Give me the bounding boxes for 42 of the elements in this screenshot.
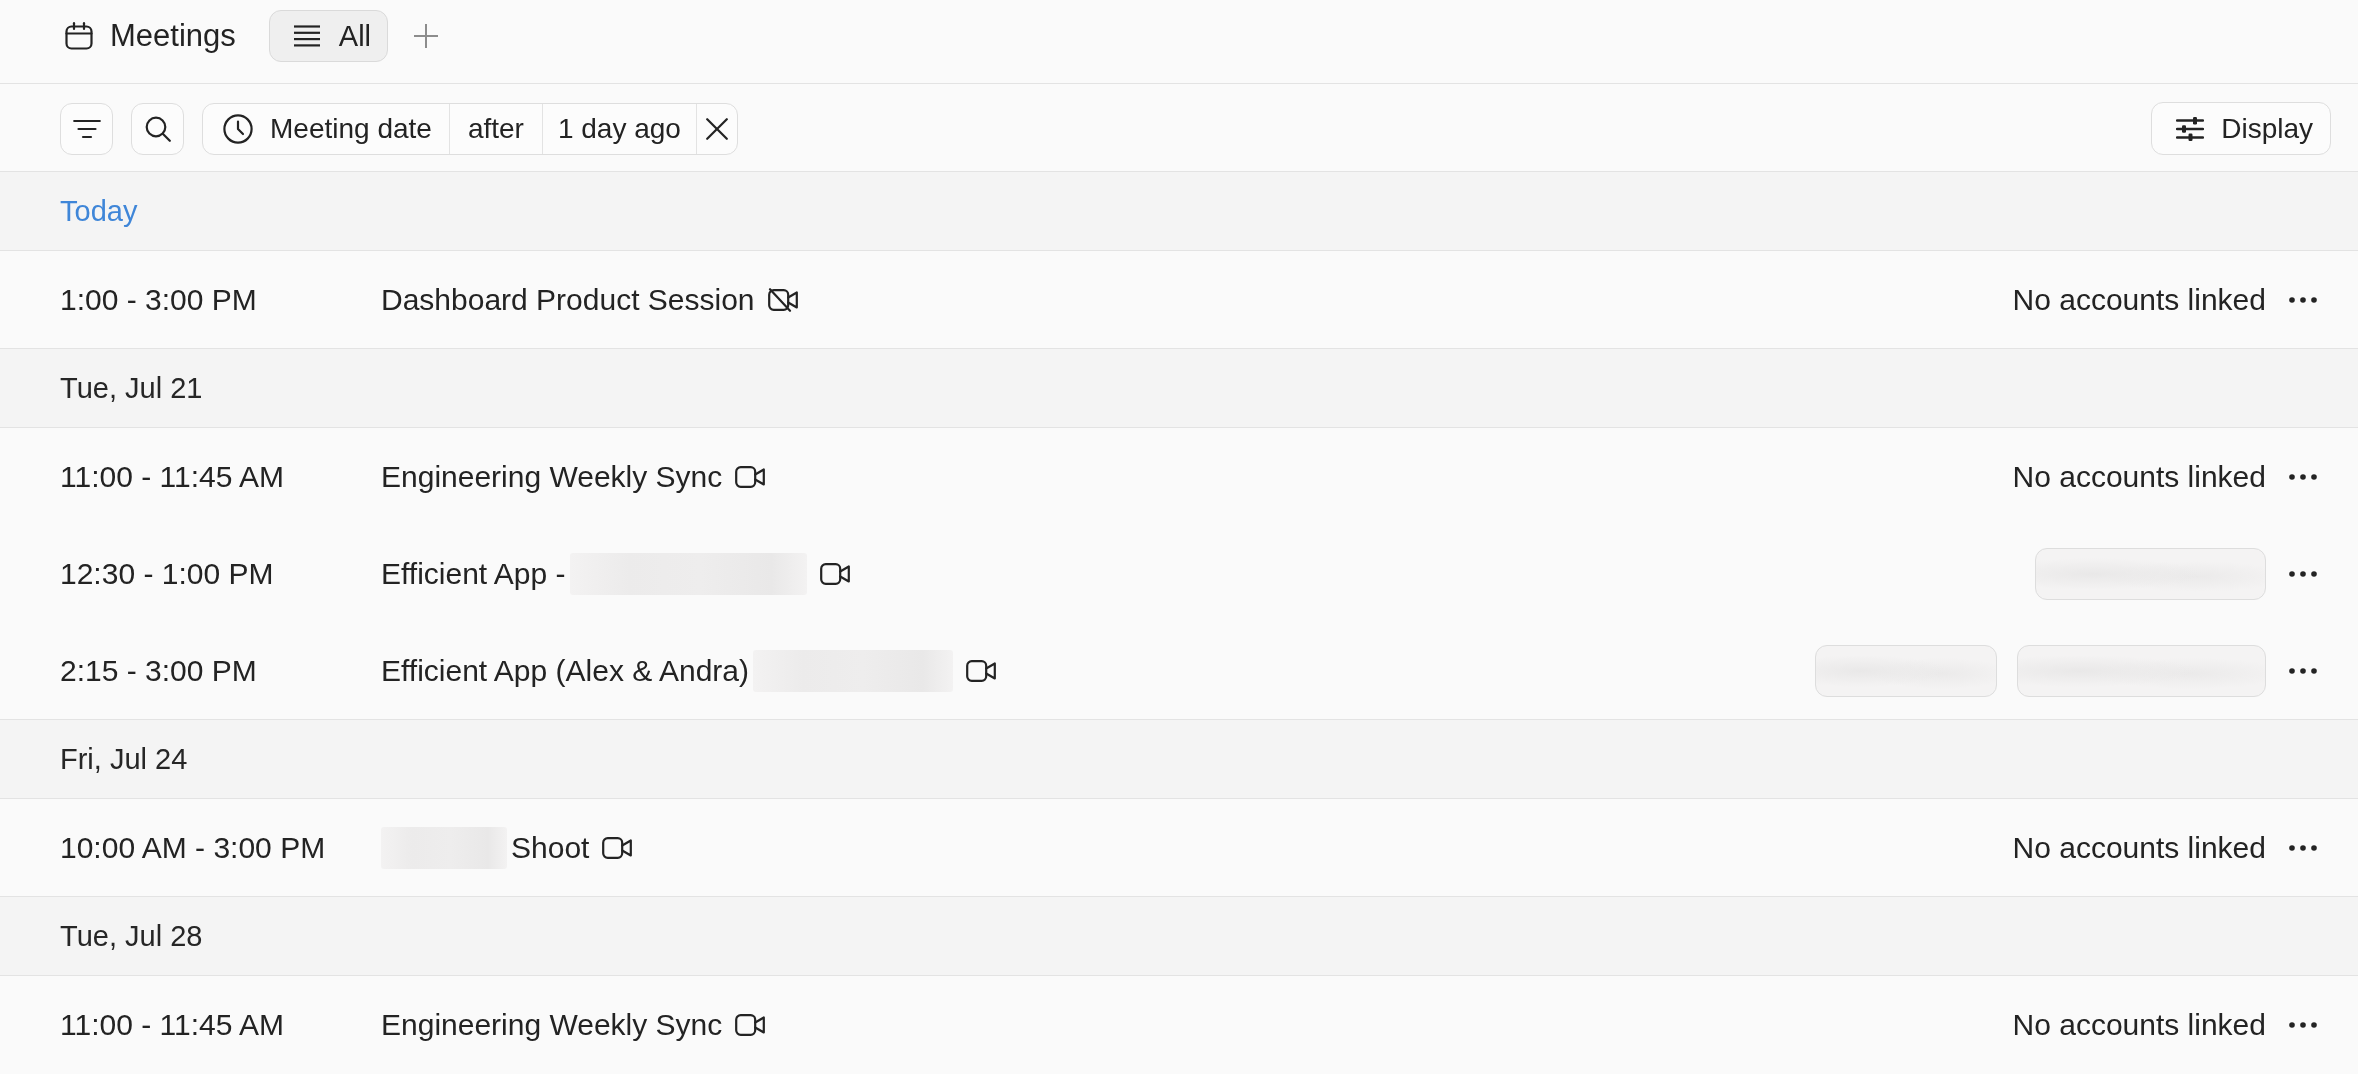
meeting-time: 10:00 AM - 3:00 PM [60, 830, 327, 865]
meeting-title: Dashboard Product Session [381, 282, 755, 317]
date-label: Tue, Jul 21 [60, 371, 203, 405]
calendar-icon [65, 22, 93, 50]
more-icon [2289, 570, 2317, 577]
filter-icon [72, 118, 101, 139]
list-icon [293, 25, 320, 47]
accounts-status: No accounts linked [2012, 1007, 2266, 1042]
more-icon [2289, 844, 2317, 851]
meeting-title: Efficient App (Alex & Andra) [381, 653, 749, 688]
filter-field-button[interactable]: Meeting date [203, 103, 450, 154]
search-icon [144, 115, 171, 142]
filter-button[interactable] [60, 102, 113, 155]
meeting-time: 2:15 - 3:00 PM [60, 653, 258, 688]
view-title: Meetings [110, 18, 236, 54]
date-label: Tue, Jul 28 [60, 919, 203, 953]
meeting-time: 12:30 - 1:00 PM [60, 556, 275, 591]
display-button[interactable]: Display [2151, 102, 2331, 155]
meeting-time: 11:00 - 11:45 AM [60, 1007, 286, 1042]
date-label: Fri, Jul 24 [60, 742, 188, 776]
close-icon [705, 117, 728, 140]
meeting-title: Efficient App - [381, 556, 566, 591]
view-tab[interactable]: All [268, 10, 389, 62]
sliders-icon [2176, 116, 2205, 141]
filter-value-button[interactable]: 1 day ago [542, 103, 697, 154]
accounts-status: No accounts linked [2012, 830, 2266, 865]
meeting-title: Engineering Weekly Sync [381, 1007, 723, 1042]
meeting-title: Shoot [511, 830, 590, 865]
more-icon [2289, 1021, 2317, 1028]
search-button[interactable] [131, 102, 184, 155]
more-icon [2289, 667, 2317, 674]
date-label: Today [60, 194, 138, 228]
clock-icon [223, 113, 253, 144]
accounts-status: No accounts linked [2012, 459, 2266, 494]
more-icon [2289, 473, 2317, 480]
plus-icon[interactable] [414, 24, 439, 48]
filter-operator-button[interactable]: after [449, 103, 543, 154]
more-icon [2289, 296, 2317, 303]
meeting-time: 1:00 - 3:00 PM [60, 282, 258, 317]
accounts-status: No accounts linked [2012, 282, 2266, 317]
meeting-time: 11:00 - 11:45 AM [60, 459, 286, 494]
meeting-title: Engineering Weekly Sync [381, 459, 723, 494]
